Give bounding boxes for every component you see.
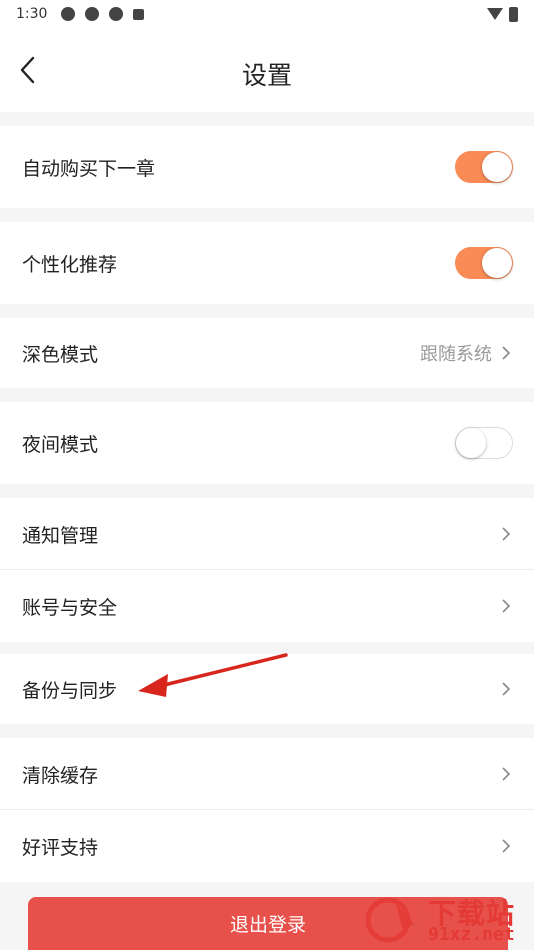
setting-label: 备份与同步 [22,679,118,702]
page-title: 设置 [241,61,292,90]
watermark-domain: 91xz.net [428,924,515,945]
app-notification-icon [61,7,76,21]
setting-label: 账号与安全 [22,596,118,619]
chevron-right-icon [502,599,511,613]
status-bar: 1:30 [0,0,534,28]
chevron-right-icon [502,839,511,853]
toggle-knob [482,152,512,182]
setting-label: 好评支持 [22,836,99,859]
chevron-right-icon [502,682,511,696]
setting-row-clear-cache[interactable]: 清除缓存 [0,738,534,810]
setting-row-account-security[interactable]: 账号与安全 [0,570,534,642]
setting-row-personalized[interactable]: 个性化推荐 [0,222,534,304]
setting-label: 夜间模式 [22,433,99,456]
dark-mode-value: 跟随系统 [420,344,492,365]
nav-bar: 设置 [0,28,534,112]
settings-group-personalized: 个性化推荐 [0,222,534,304]
setting-row-auto-buy[interactable]: 自动购买下一章 [0,126,534,208]
font-notification-icon [133,8,145,20]
settings-group-auto-buy: 自动购买下一章 [0,126,534,208]
settings-group-night-mode: 夜间模式 [0,402,534,484]
setting-label: 自动购买下一章 [22,157,156,180]
night-mode-toggle[interactable] [455,427,513,459]
app-notification-icon [109,7,124,21]
battery-icon [509,6,518,22]
watermark-logo-icon [366,897,414,943]
setting-row-dark-mode[interactable]: 深色模式 跟随系统 [0,318,534,388]
setting-row-notifications[interactable]: 通知管理 [0,498,534,570]
settings-group-dark-mode: 深色模式 跟随系统 [0,318,534,388]
wifi-icon [487,8,503,20]
settings-group-backup: 备份与同步 [0,654,534,724]
chevron-right-icon [502,346,511,360]
chevron-right-icon [502,767,511,781]
chevron-right-icon [502,527,511,541]
status-time: 1:30 [16,6,48,22]
setting-label: 清除缓存 [22,764,99,787]
setting-label: 个性化推荐 [22,253,118,276]
personalized-toggle[interactable] [455,247,513,279]
setting-row-rate-support[interactable]: 好评支持 [0,810,534,882]
setting-row-backup-sync[interactable]: 备份与同步 [0,654,534,724]
auto-buy-toggle[interactable] [455,151,513,183]
settings-group-misc: 清除缓存 好评支持 [0,738,534,882]
toggle-knob [482,248,512,278]
app-notification-icon [85,7,100,21]
setting-label: 深色模式 [22,343,99,366]
settings-group-account: 通知管理 账号与安全 [0,498,534,642]
setting-row-night-mode[interactable]: 夜间模式 [0,402,534,484]
setting-label: 通知管理 [22,524,99,547]
toggle-knob [456,428,486,458]
site-watermark: 下载站 91xz.net [366,890,532,950]
